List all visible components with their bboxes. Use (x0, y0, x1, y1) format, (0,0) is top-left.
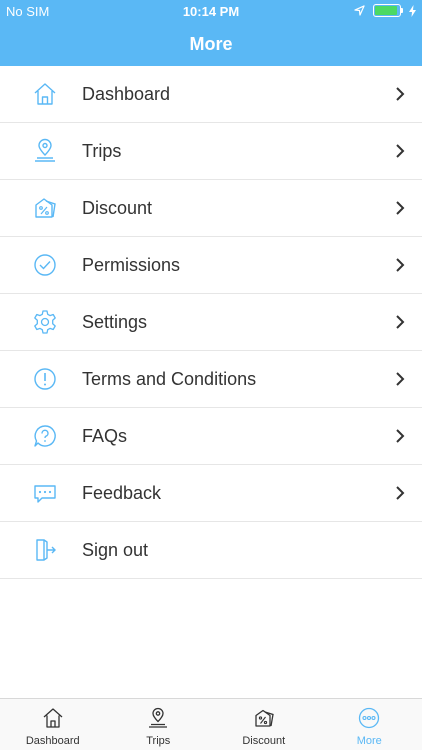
menu-item-label: Feedback (82, 482, 162, 503)
more-dots-icon (358, 707, 380, 729)
tab-label: Discount (242, 735, 286, 747)
tab-dashboard[interactable]: Dashboard (0, 699, 106, 750)
location-pin-icon (32, 138, 58, 164)
menu-item-label: Sign out (82, 539, 149, 560)
menu-item-settings[interactable]: Settings (0, 294, 422, 351)
battery-tip (401, 8, 403, 13)
chat-bubble-icon (32, 480, 58, 506)
chevron-right-icon (394, 485, 406, 501)
menu-item-faqs[interactable]: FAQs (0, 408, 422, 465)
more-menu-list: Dashboard Trips Discount Permissions Set… (0, 66, 422, 579)
question-bubble-icon (32, 423, 58, 449)
chevron-right-icon (394, 200, 406, 216)
chevron-right-icon (394, 428, 406, 444)
tab-more[interactable]: More (317, 699, 422, 750)
menu-item-label: FAQs (82, 425, 128, 446)
chevron-right-icon (394, 371, 406, 387)
page-title: More (189, 34, 233, 54)
menu-item-label: Settings (82, 311, 148, 332)
menu-item-label: Trips (82, 140, 122, 161)
tab-label: More (356, 735, 382, 747)
menu-item-feedback[interactable]: Feedback (0, 465, 422, 522)
checkmark-circle-icon (32, 252, 58, 278)
menu-item-label: Dashboard (82, 83, 171, 104)
bottom-tab-bar: Dashboard Trips Discount More (0, 698, 422, 750)
menu-item-terms[interactable]: Terms and Conditions (0, 351, 422, 408)
menu-item-label: Permissions (82, 254, 181, 275)
menu-item-trips[interactable]: Trips (0, 123, 422, 180)
status-bar: No SIM 10:14 PM (0, 0, 422, 22)
menu-item-discount[interactable]: Discount (0, 180, 422, 237)
menu-item-sign-out[interactable]: Sign out (0, 522, 422, 579)
gear-icon (32, 309, 58, 335)
menu-item-label: Discount (82, 197, 153, 218)
location-arrow-icon (354, 5, 365, 16)
discount-tag-icon (253, 707, 275, 729)
tab-trips[interactable]: Trips (106, 699, 212, 750)
tab-discount[interactable]: Discount (211, 699, 317, 750)
menu-item-dashboard[interactable]: Dashboard (0, 66, 422, 123)
home-icon (42, 707, 64, 729)
sign-out-icon (32, 537, 58, 563)
tab-label: Dashboard (25, 735, 80, 747)
battery-level (375, 6, 397, 15)
home-icon (32, 81, 58, 107)
discount-tag-icon (32, 195, 58, 221)
chevron-right-icon (394, 143, 406, 159)
menu-item-permissions[interactable]: Permissions (0, 237, 422, 294)
charging-bolt-icon (409, 4, 416, 17)
info-circle-icon (32, 366, 58, 392)
menu-item-label: Terms and Conditions (82, 368, 257, 389)
chevron-right-icon (394, 314, 406, 330)
chevron-right-icon (394, 257, 406, 273)
app-header: No SIM 10:14 PM More (0, 0, 422, 66)
status-right-group (354, 4, 416, 17)
tab-label: Trips (146, 735, 171, 747)
battery-icon (373, 4, 403, 17)
location-pin-icon (147, 707, 169, 729)
chevron-right-icon (394, 86, 406, 102)
